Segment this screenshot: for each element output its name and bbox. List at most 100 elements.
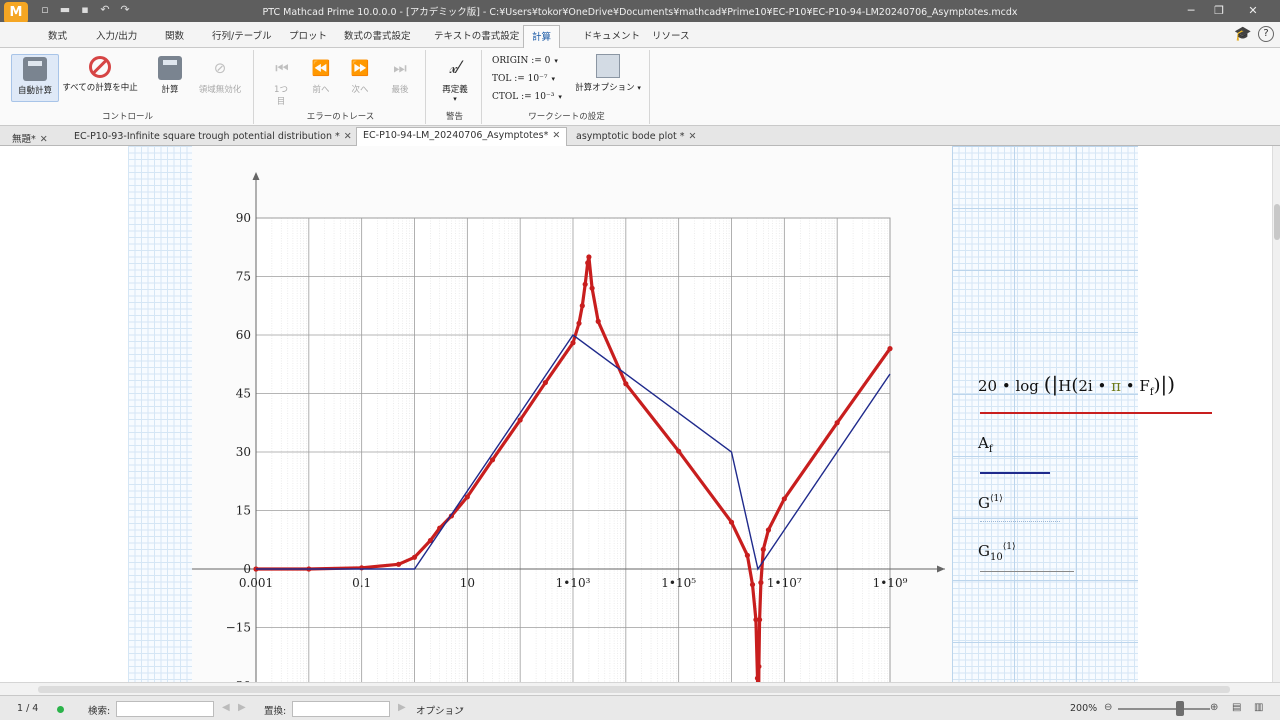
scroll-thumb[interactable]	[38, 686, 1230, 693]
stop-icon	[89, 56, 111, 78]
series-magnitude-marker	[576, 320, 582, 326]
x-tick-label: 10	[460, 576, 475, 590]
options-button[interactable]: オプション	[416, 703, 464, 717]
doc-tab-untitled[interactable]: 無題* ✕	[6, 129, 54, 146]
series-magnitude-marker	[585, 260, 591, 266]
replace-input[interactable]	[292, 701, 390, 717]
zoom-out-icon[interactable]: ⊖	[1104, 702, 1112, 713]
legend-g10[interactable]: G10⟨1⟩	[978, 542, 1015, 563]
calc-button[interactable]: 計算	[154, 54, 186, 95]
calculator-icon	[23, 57, 47, 81]
tab-functions[interactable]: 関数	[165, 28, 184, 42]
tab-resources[interactable]: リソース	[652, 28, 690, 42]
calc-options-icon	[596, 54, 620, 78]
horizontal-scrollbar[interactable]	[0, 682, 1280, 695]
window-title: PTC Mathcad Prime 10.0.0.0 - [アカデミック版] -…	[262, 7, 1018, 18]
series-magnitude-marker	[834, 420, 840, 426]
y-tick-label: 30	[236, 445, 251, 459]
zoom-slider-knob[interactable]	[1176, 701, 1184, 716]
close-tab-icon[interactable]: ✕	[344, 131, 352, 142]
control-group: 自動計算 すべての計算を中止 計算 ⊘ 領域無効化 コントロール	[2, 50, 254, 124]
doc-tab-ec-p10-93[interactable]: EC-P10-93-Infinite square trough potenti…	[68, 129, 358, 146]
doc-tab-bode-plot[interactable]: asymptotic bode plot * ✕	[570, 129, 703, 146]
prev-result-icon[interactable]: ◀	[222, 702, 230, 713]
error-trace-group: ⏮ 1つ 目 ⏪ 前へ ⏩ 次へ ⏭ 最後 エラーのトレース	[256, 50, 426, 124]
page-indicator: 1 / 4	[17, 703, 39, 714]
y-tick-label: 0	[243, 562, 251, 576]
series-magnitude-marker	[756, 663, 762, 670]
series-magnitude-marker	[623, 381, 629, 387]
prev-error-button[interactable]: ⏪ 前へ	[308, 54, 334, 95]
dropdown-arrow-icon[interactable]: ▾	[460, 705, 464, 713]
tab-text-formatting[interactable]: テキストの書式設定	[434, 28, 519, 42]
close-icon[interactable]: ✕	[1240, 2, 1266, 20]
first-error-button[interactable]: ⏮ 1つ 目	[270, 54, 292, 107]
doc-tab-ec-p10-94[interactable]: EC-P10-94-LM_20240706_Asymptotes* ✕	[356, 127, 568, 146]
next-error-button[interactable]: ⏩ 次へ	[348, 54, 372, 95]
page-view-icon[interactable]: ▤	[1232, 702, 1241, 713]
tab-input-output[interactable]: 入力/出力	[96, 28, 137, 42]
calculator-icon	[158, 56, 182, 80]
stop-all-calc-button[interactable]: すべての計算を中止	[62, 54, 138, 93]
first-arrow-icon: ⏮	[275, 59, 289, 77]
calc-status-icon	[57, 706, 64, 713]
series-magnitude-marker	[579, 303, 585, 309]
dropdown-arrow-icon: ▾	[637, 84, 641, 92]
legend-expr-main[interactable]: 20 • log (|H(2i • π • Ff)|)	[978, 372, 1175, 398]
tab-math[interactable]: 数式	[48, 28, 67, 42]
legend-g[interactable]: G⟨1⟩	[978, 494, 1003, 512]
academic-cap-icon[interactable]: 🎓	[1234, 26, 1251, 42]
bode-plot[interactable]: 9075604530150−15−300.0010.1101•10³1•10⁵1…	[0, 146, 1000, 682]
series-magnitude-marker	[744, 552, 751, 558]
y-tick-label: 75	[236, 270, 251, 284]
draft-view-icon[interactable]: ▥	[1254, 702, 1263, 713]
series-magnitude-marker	[589, 285, 595, 291]
legend-trace-g	[980, 521, 1060, 522]
vertical-scrollbar[interactable]	[1272, 146, 1280, 682]
auto-calc-button[interactable]: 自動計算	[11, 54, 59, 102]
close-tab-icon[interactable]: ✕	[689, 131, 697, 142]
disable-region-icon: ⊘	[213, 59, 227, 77]
redefine-button[interactable]: 𝓍⁄ 再定義 ▾	[436, 54, 474, 103]
document-tabs: 無題* ✕ EC-P10-93-Infinite square trough po…	[0, 126, 1280, 146]
worksheet-area[interactable]: 9075604530150−15−300.0010.1101•10³1•10⁵1…	[0, 146, 1280, 682]
search-input[interactable]	[116, 701, 214, 717]
dropdown-arrow-icon: ▾	[558, 93, 562, 101]
calc-options-button[interactable]: 計算オプション ▾	[574, 52, 642, 93]
scroll-thumb[interactable]	[1274, 204, 1280, 240]
series-magnitude-marker	[489, 457, 496, 463]
x-tick-label: 0.1	[352, 576, 371, 590]
disable-region-button[interactable]: ⊘ 領域無効化	[192, 54, 248, 95]
restore-icon[interactable]: ❐	[1206, 2, 1232, 20]
series-magnitude-marker	[595, 318, 601, 324]
ctol-setting[interactable]: CTOL := 10⁻³ ▾	[492, 92, 562, 102]
tab-matrices-tables[interactable]: 行列/テーブル	[212, 28, 272, 42]
series-magnitude-marker	[542, 379, 548, 386]
tab-math-formatting[interactable]: 数式の書式設定	[344, 28, 411, 42]
y-tick-label: 60	[236, 328, 251, 342]
dropdown-arrow-icon: ▾	[551, 75, 555, 83]
series-magnitude-marker	[760, 546, 766, 553]
legend-af[interactable]: Af	[978, 434, 993, 455]
zoom-in-icon[interactable]: ⊕	[1210, 702, 1218, 713]
tab-calculation[interactable]: 計算	[523, 25, 561, 49]
origin-setting[interactable]: ORIGIN := 0 ▾	[492, 56, 558, 66]
y-tick-label: 15	[236, 504, 251, 518]
zoom-slider[interactable]	[1118, 708, 1210, 710]
legend-trace-g10	[980, 571, 1074, 572]
minimize-icon[interactable]: ─	[1178, 2, 1204, 20]
close-tab-icon[interactable]: ✕	[552, 130, 560, 141]
last-error-button[interactable]: ⏭ 最後	[388, 54, 412, 95]
series-magnitude-marker	[586, 254, 592, 260]
help-icon[interactable]: ?	[1258, 26, 1274, 42]
dropdown-arrow-icon: ▾	[453, 95, 457, 103]
close-tab-icon[interactable]: ✕	[40, 134, 48, 145]
tol-setting[interactable]: TOL := 10⁻⁷ ▾	[492, 74, 555, 84]
series-magnitude-marker	[411, 554, 418, 560]
tab-plots[interactable]: プロット	[289, 28, 327, 42]
next-result-icon[interactable]: ▶	[238, 702, 246, 713]
tab-document[interactable]: ドキュメント	[583, 28, 640, 42]
replace-arrow-icon[interactable]: ▶	[398, 702, 406, 713]
redefine-icon: 𝓍⁄	[449, 58, 461, 78]
series-magnitude-marker	[570, 340, 576, 346]
